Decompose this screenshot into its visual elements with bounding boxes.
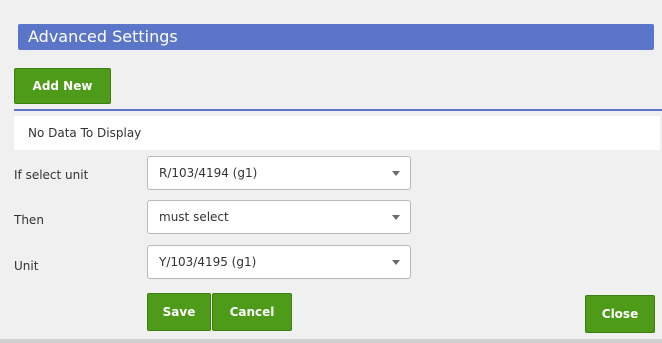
divider <box>14 109 662 111</box>
advanced-settings-dialog: Advanced Settings Add New No Data To Dis… <box>0 0 662 343</box>
close-button[interactable]: Close <box>585 295 655 333</box>
save-button[interactable]: Save <box>147 293 211 331</box>
if-select-unit-label: If select unit <box>14 168 89 182</box>
chevron-down-icon <box>392 171 400 176</box>
cancel-button[interactable]: Cancel <box>212 293 292 331</box>
then-dropdown[interactable]: must select <box>147 200 411 234</box>
then-label: Then <box>14 213 44 227</box>
no-data-message: No Data To Display <box>14 116 660 150</box>
dialog-title: Advanced Settings <box>18 24 654 50</box>
if-select-unit-dropdown[interactable]: R/103/4194 (g1) <box>147 156 411 190</box>
bottom-border <box>0 339 662 343</box>
chevron-down-icon <box>392 215 400 220</box>
chevron-down-icon <box>392 260 400 265</box>
unit-value: Y/103/4195 (g1) <box>159 255 257 269</box>
unit-dropdown[interactable]: Y/103/4195 (g1) <box>147 245 411 279</box>
unit-label: Unit <box>14 259 39 273</box>
if-select-unit-value: R/103/4194 (g1) <box>159 166 258 180</box>
then-value: must select <box>159 210 229 224</box>
add-new-button[interactable]: Add New <box>14 68 111 104</box>
